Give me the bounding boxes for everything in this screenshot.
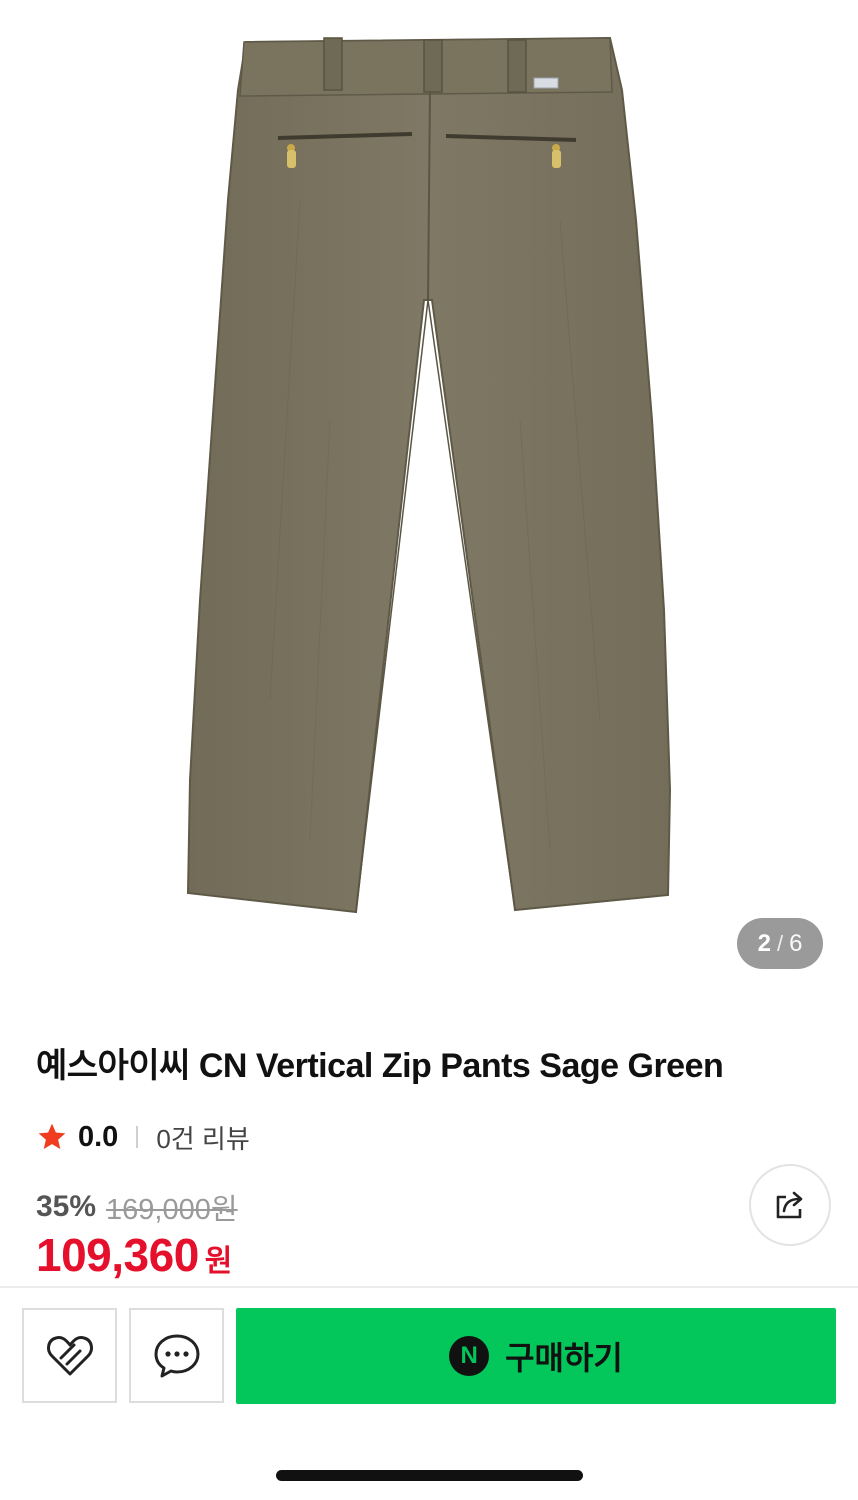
bottom-bar-divider [0, 1286, 858, 1288]
discount-row: 35% 169,000원 [36, 1186, 238, 1228]
rating-score: 0.0 [78, 1120, 119, 1153]
product-title: 예스아이씨 CN Vertical Zip Pants Sage Green [36, 1047, 724, 1085]
image-counter-separator: / [776, 930, 784, 956]
share-button[interactable] [749, 1164, 831, 1246]
sale-price: 109,360 [36, 1229, 199, 1281]
rating-divider [136, 1126, 139, 1148]
home-indicator[interactable] [276, 1470, 583, 1481]
chat-icon [154, 1334, 199, 1377]
buy-button-label: 구매하기 [505, 1340, 623, 1376]
product-image[interactable]: 2 / 6 [0, 0, 858, 1000]
image-counter-current: 2 [757, 929, 771, 957]
rating-row[interactable]: 0.0 0건 리뷰 [36, 1117, 250, 1157]
discount-rate: 35% [36, 1190, 97, 1223]
like-button[interactable] [22, 1308, 117, 1403]
share-icon [776, 1191, 803, 1219]
star-icon [38, 1123, 66, 1149]
original-price: 169,000원 [106, 1194, 238, 1226]
pants-illustration [186, 36, 672, 914]
naver-pay-icon: N [449, 1336, 490, 1376]
review-count-link[interactable]: 0건 리뷰 [156, 1119, 249, 1156]
heart-icon [46, 1335, 93, 1375]
image-counter-total: 6 [789, 929, 803, 957]
sale-price-row: 109,360 원 [36, 1228, 232, 1282]
image-counter: 2 / 6 [737, 918, 823, 969]
chat-button[interactable] [129, 1308, 224, 1403]
buy-button[interactable]: N 구매하기 [236, 1308, 836, 1404]
sale-price-currency: 원 [204, 1245, 233, 1278]
